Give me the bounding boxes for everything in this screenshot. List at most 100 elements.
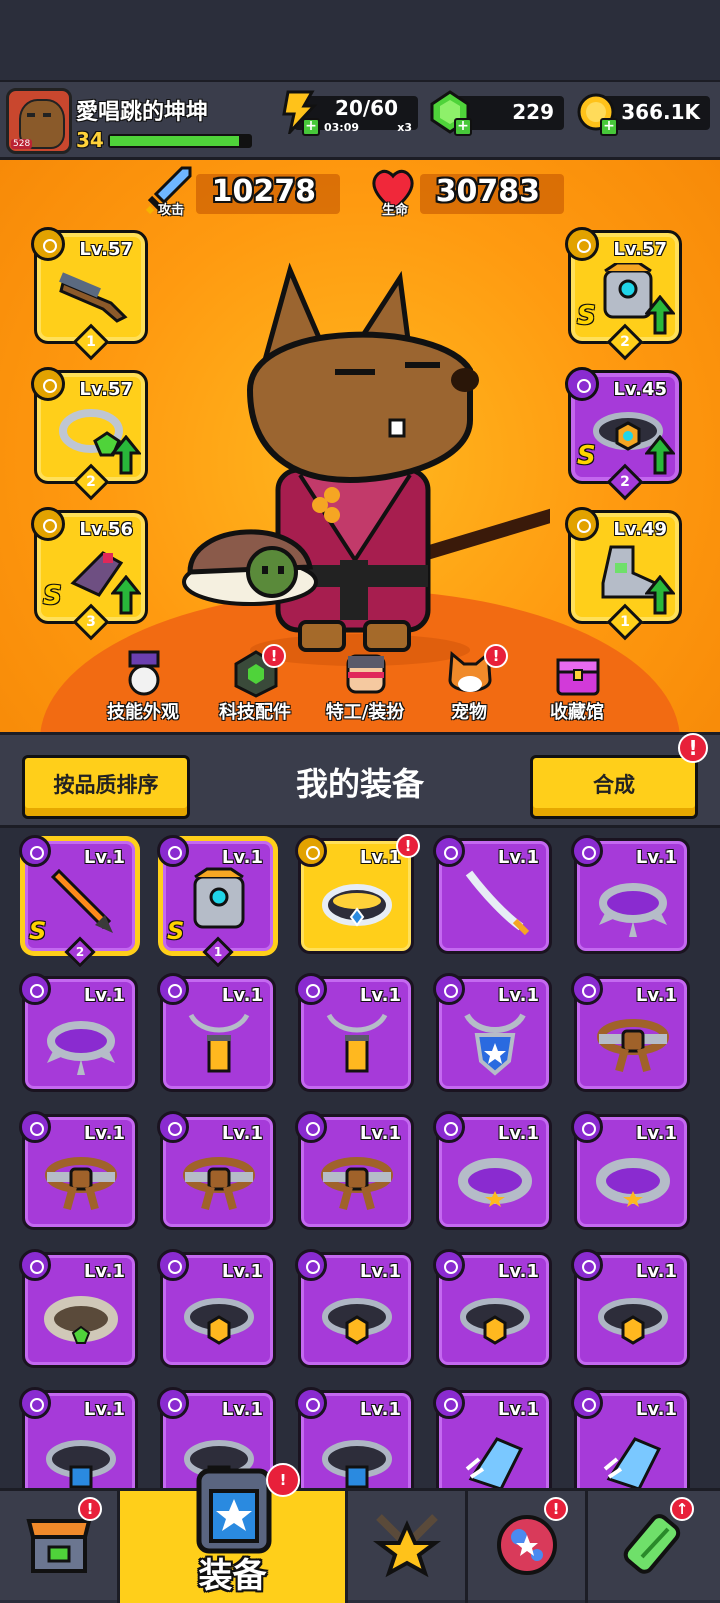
inventory-item[interactable]: Lv.1 (433, 1387, 552, 1488)
star-ring-belt-icon (596, 1158, 670, 1207)
star-ring-belt-icon (458, 1158, 532, 1207)
coin-counter[interactable]: + 366.1K (577, 93, 710, 136)
inventory-item[interactable]: Lv.1 (571, 1111, 690, 1230)
item-type-icon (19, 1111, 51, 1143)
menu-tech-parts[interactable]: ! 科技配件 (200, 644, 310, 730)
item-type-icon (571, 1387, 603, 1419)
tab-planet[interactable]: ! (468, 1491, 588, 1603)
inventory-item[interactable]: Lv.1 (19, 1387, 138, 1488)
equipped-slot-belt[interactable]: Lv.45 S 2 (565, 367, 682, 501)
menu-collection[interactable]: 收藏馆 (522, 650, 632, 730)
equipped-slot-weapon[interactable]: Lv.57 1 (31, 227, 148, 361)
glove-type-icon (31, 507, 65, 541)
spiked-collar-icon (47, 1021, 115, 1075)
tech-parts-alert: ! (262, 644, 286, 668)
inventory-item[interactable]: Lv.1 (295, 1387, 414, 1488)
equipped-slot-gloves[interactable]: Lv.56 S 3 (31, 507, 148, 641)
item-type-icon (19, 1249, 51, 1281)
menu-pets[interactable]: ! 宠物 (414, 644, 524, 730)
hp-stat: 生命 30783 (372, 169, 564, 218)
equipped-slot-boots[interactable]: Lv.49 1 (565, 507, 682, 641)
energy-timer: 03:09 (324, 121, 360, 134)
equipment-alert: ! (266, 1463, 300, 1497)
inventory-item[interactable]: Lv.1 (19, 973, 138, 1092)
gems-plus-icon[interactable]: + (454, 118, 472, 136)
blue-belt-icon (46, 1440, 116, 1488)
hex-belt-icon (598, 1298, 668, 1345)
attack-stat: 攻击 10278 (145, 166, 340, 218)
hex-belt-icon (322, 1298, 392, 1345)
upgrade-arrow-icon (645, 295, 675, 335)
hex-belt-icon (460, 1298, 530, 1345)
item-type-icon (157, 1387, 189, 1419)
coins-plus-icon[interactable]: + (600, 118, 618, 136)
inventory-item[interactable]: Lv.1 (571, 973, 690, 1092)
inventory-item[interactable]: Lv.1 (19, 1111, 138, 1230)
belt-type-icon (565, 367, 599, 401)
tab-equipment[interactable]: ! 装备 (120, 1463, 348, 1603)
menu-agents[interactable]: 特工/装扮 (310, 650, 420, 730)
hero-character[interactable] (170, 260, 550, 680)
inventory-item[interactable]: Lv.1 (157, 973, 276, 1092)
merge-button[interactable]: 合成 (530, 755, 698, 819)
item-level: Lv.1 (221, 1261, 263, 1282)
tab-gene[interactable]: ↑ (588, 1491, 720, 1603)
equipped-slot-necklace[interactable]: Lv.57 2 (31, 367, 148, 501)
equipment-header: 按品质排序 我的装备 合成 ! (0, 732, 720, 828)
inventory-item[interactable]: Lv.1 (295, 1111, 414, 1230)
item-level: Lv.1 (635, 847, 677, 868)
energy-counter[interactable]: + 20/60 03:09 x3 (282, 90, 418, 136)
upgrade-arrow-icon (645, 435, 675, 475)
blue-belt-icon (322, 1440, 392, 1488)
inventory-item[interactable]: Lv.1 (571, 1249, 690, 1368)
inventory-item[interactable]: Lv.1 (433, 973, 552, 1092)
energy-plus-icon[interactable]: + (302, 118, 320, 136)
hex-belt-icon (184, 1298, 254, 1345)
item-level: Lv.1 (359, 847, 401, 868)
item-type-icon (433, 1111, 465, 1143)
tab-battle[interactable] (348, 1491, 468, 1603)
star-belt-icon (322, 884, 392, 927)
menu-skill-skins[interactable]: 技能外观 (88, 650, 198, 730)
item-level: Lv.1 (359, 985, 401, 1006)
item-type-icon (157, 1249, 189, 1281)
turtle-pet[interactable] (180, 512, 320, 612)
inventory-item[interactable]: Lv.1 S 2 (19, 835, 138, 968)
status-bar-area (0, 0, 720, 80)
shield-pendant-icon (464, 1013, 526, 1076)
inventory-item[interactable]: Lv.1 (571, 835, 690, 954)
equipped-slot-armor[interactable]: Lv.57 S 2 (565, 227, 682, 361)
inventory-item[interactable]: Lv.1 (295, 835, 414, 954)
planet-alert: ! (544, 1497, 568, 1521)
item-type-icon (157, 1111, 189, 1143)
item-level: Lv.1 (635, 1123, 677, 1144)
item-level: Lv.1 (83, 985, 125, 1006)
gem-belt-icon (44, 1296, 118, 1344)
agent-icon (346, 654, 386, 694)
tab-shop[interactable]: ! (0, 1491, 120, 1603)
gem-counter[interactable]: + 229 (430, 90, 564, 136)
item-type-icon (571, 973, 603, 1005)
inventory-item[interactable]: Lv.1 (157, 1249, 276, 1368)
item-type-icon (433, 1249, 465, 1281)
inventory-item[interactable]: Lv.1 (295, 973, 414, 1092)
gene-alert: ↑ (670, 1497, 694, 1521)
item-level: Lv.1 (497, 985, 539, 1006)
item-level: Lv.1 (497, 1261, 539, 1282)
item-type-icon (433, 1387, 465, 1419)
item-type-icon (295, 1111, 327, 1143)
inventory-item[interactable]: Lv.1 (433, 835, 552, 954)
inventory-item[interactable]: Lv.1 S 1 (157, 835, 276, 968)
inventory-item[interactable]: Lv.1 (295, 1249, 414, 1368)
inventory-item[interactable]: Lv.1 (433, 1249, 552, 1368)
inventory-item[interactable]: Lv.1 (19, 1249, 138, 1368)
skill-skin-icon (128, 650, 160, 696)
inventory-item[interactable]: Lv.1 (433, 1111, 552, 1230)
inventory-item[interactable]: Lv.1 (157, 1111, 276, 1230)
item-level: Lv.1 (497, 1123, 539, 1144)
inventory-item[interactable]: Lv.1 (571, 1387, 690, 1488)
player-avatar[interactable]: 528 (6, 88, 72, 154)
item-level: Lv.1 (635, 1399, 677, 1420)
spiked-collar-icon (599, 883, 667, 937)
item-level: Lv.1 (359, 1399, 401, 1420)
